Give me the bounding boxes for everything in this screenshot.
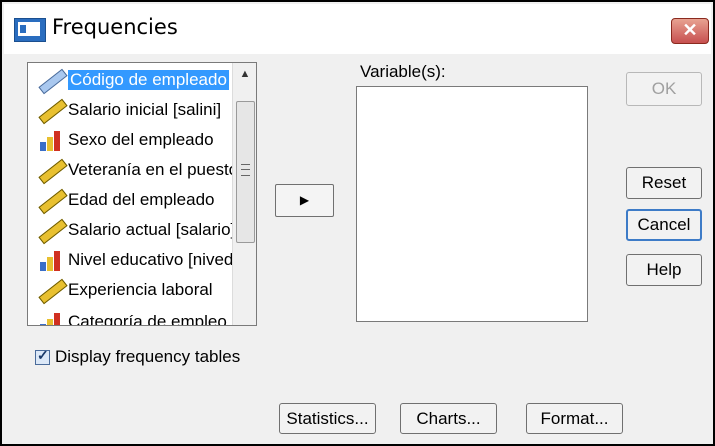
- list-item-label: Salario actual [salario]: [68, 220, 232, 239]
- list-item-label: Salario inicial [salini]: [68, 100, 222, 119]
- list-scrollbar[interactable]: ▲: [232, 63, 256, 325]
- list-item-label: Nivel educativo [niveduc]: [68, 250, 232, 269]
- variables-label: Variable(s):: [360, 62, 446, 81]
- list-item[interactable]: Edad del empleado: [36, 185, 232, 215]
- list-item-label: Edad del empleado: [68, 190, 215, 209]
- list-item-label: Experiencia laboral: [68, 280, 213, 299]
- list-item[interactable]: Salario actual [salario]: [36, 215, 232, 245]
- list-item[interactable]: Nivel educativo [niveduc]: [36, 245, 232, 275]
- frequencies-dialog: Frequencies ✕ Código de empleado Salario…: [0, 0, 715, 446]
- scroll-up-arrow-icon[interactable]: ▲: [233, 63, 256, 85]
- title-bar: Frequencies ✕: [4, 4, 711, 54]
- list-item[interactable]: Código de empleado: [36, 65, 232, 95]
- reset-button[interactable]: Reset: [626, 167, 702, 199]
- list-item[interactable]: Veteranía en el puesto: [36, 155, 232, 185]
- bar-chart-icon: [36, 310, 66, 325]
- variables-list[interactable]: [356, 86, 588, 322]
- checkmark-icon: ✓: [37, 346, 49, 363]
- display-frequency-tables-checkbox[interactable]: ✓: [35, 346, 50, 365]
- ok-button[interactable]: OK: [626, 72, 702, 106]
- list-item[interactable]: Categoría de empleo: [36, 307, 232, 326]
- format-button[interactable]: Format...: [526, 403, 623, 434]
- help-button[interactable]: Help: [626, 254, 702, 286]
- source-variable-list[interactable]: Código de empleado Salario inicial [sali…: [27, 62, 257, 326]
- list-item-label: Código de empleado: [68, 70, 229, 90]
- cancel-button[interactable]: Cancel: [626, 209, 702, 241]
- ruler-icon: [36, 218, 68, 245]
- ruler-icon: [36, 278, 68, 305]
- ruler-icon: [36, 68, 68, 95]
- bar-chart-icon: [36, 248, 66, 272]
- move-to-variables-button[interactable]: ▶: [275, 184, 334, 217]
- bar-chart-icon: [36, 128, 66, 152]
- grip-icon: [241, 164, 250, 176]
- display-frequency-tables-label: Display frequency tables: [55, 347, 241, 366]
- display-frequency-tables-option[interactable]: ✓ Display frequency tables: [35, 347, 240, 367]
- ruler-icon: [36, 98, 68, 125]
- list-item-label: Categoría de empleo: [68, 312, 227, 326]
- ruler-icon: [36, 188, 68, 215]
- ruler-icon: [36, 158, 68, 185]
- list-item[interactable]: Sexo del empleado: [36, 125, 232, 155]
- scroll-thumb[interactable]: [236, 101, 255, 243]
- charts-button[interactable]: Charts...: [400, 403, 497, 434]
- window-title: Frequencies: [52, 15, 178, 39]
- list-item[interactable]: Experiencia laboral: [36, 275, 232, 305]
- list-item[interactable]: Salario inicial [salini]: [36, 95, 232, 125]
- statistics-button[interactable]: Statistics...: [279, 403, 376, 434]
- close-button[interactable]: ✕: [671, 18, 709, 44]
- list-item-label: Veteranía en el puesto: [68, 160, 232, 179]
- window-icon: [14, 18, 46, 42]
- list-item-label: Sexo del empleado: [68, 130, 214, 149]
